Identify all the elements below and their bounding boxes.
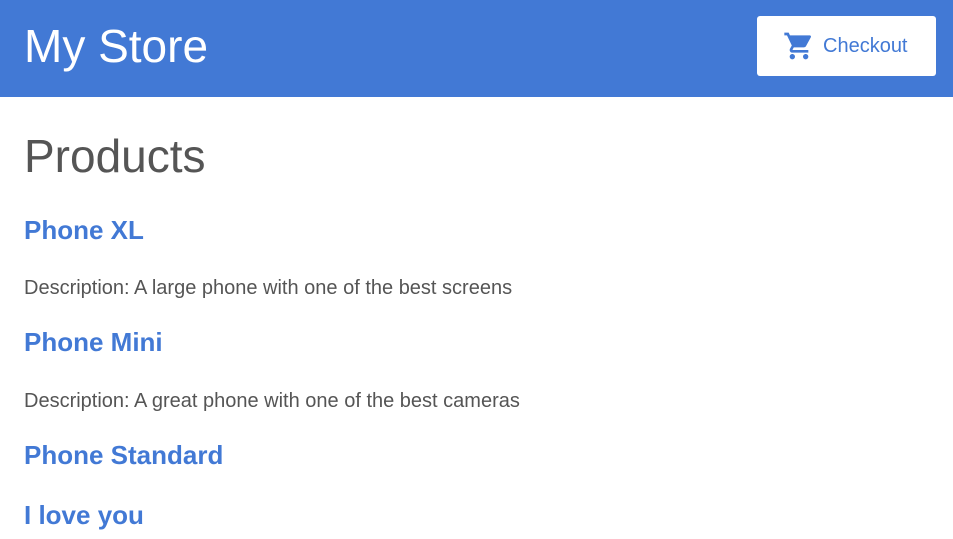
product-description: Description: A large phone with one of t…	[24, 277, 513, 299]
product-item: I love you	[24, 499, 144, 531]
checkout-button[interactable]: Checkout	[757, 16, 936, 76]
product-list-section: Products Phone XL Description: A large p…	[24, 128, 929, 530]
shopping-cart-icon	[783, 30, 815, 62]
product-item: Phone Standard	[24, 439, 223, 471]
product-name-link[interactable]: Phone Standard	[24, 439, 223, 471]
product-description: Description: A great phone with one of t…	[24, 390, 520, 412]
product-name-link[interactable]: Phone Mini	[24, 326, 163, 358]
page-title: Products	[24, 130, 206, 182]
store-title-link[interactable]: My Store	[24, 18, 208, 74]
checkout-label: Checkout	[823, 34, 908, 57]
product-item: Phone XL	[24, 214, 144, 246]
product-name-link[interactable]: Phone XL	[24, 214, 144, 246]
product-name-link[interactable]: I love you	[24, 499, 144, 531]
top-bar: My Store Checkout	[0, 0, 953, 97]
product-item: Phone Mini	[24, 326, 163, 358]
